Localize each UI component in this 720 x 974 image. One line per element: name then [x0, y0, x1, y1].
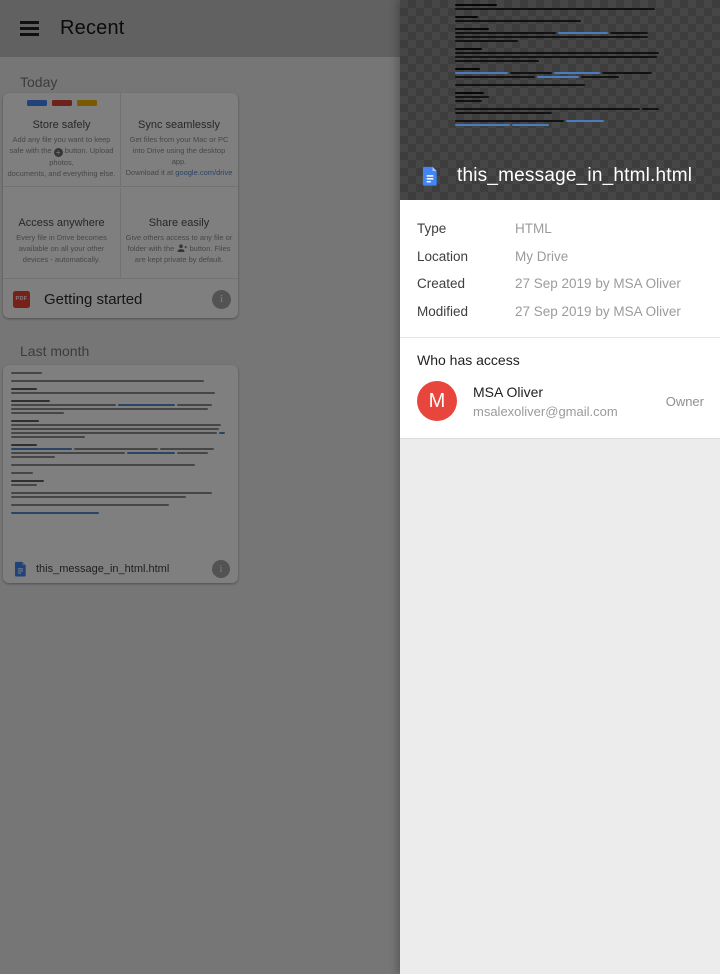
- document-preview-lines: [455, 4, 665, 128]
- field-label: Location: [417, 248, 469, 264]
- avatar: M: [417, 381, 457, 421]
- field-label: Modified: [417, 303, 469, 319]
- member-email: msalexoliver@gmail.com: [473, 403, 618, 419]
- field-value: HTML: [515, 221, 552, 237]
- recent-list-pane: Recent Today Store safely Add any file y…: [0, 0, 400, 974]
- field-row-type: Type HTML: [417, 215, 704, 243]
- member-role: Owner: [665, 393, 704, 409]
- field-row-modified: Modified 27 Sep 2019 by MSA Oliver: [417, 298, 704, 326]
- field-label: Type: [417, 221, 447, 237]
- file-metadata-card: Type HTML Location My Drive Created 27 S…: [400, 200, 720, 338]
- access-member-row[interactable]: M MSA Oliver msalexoliver@gmail.com Owne…: [417, 381, 704, 421]
- member-info: MSA Oliver msalexoliver@gmail.com: [473, 384, 618, 419]
- field-value: 27 Sep 2019 by MSA Oliver: [515, 276, 681, 292]
- who-has-access-card: Who has access M MSA Oliver msalexoliver…: [400, 338, 720, 439]
- file-details-panel: this_message_in_html.html Type HTML Loca…: [400, 0, 720, 974]
- field-row-location: Location My Drive: [417, 243, 704, 271]
- file-preview-header[interactable]: this_message_in_html.html: [400, 0, 720, 200]
- field-row-created: Created 27 Sep 2019 by MSA Oliver: [417, 270, 704, 298]
- detail-title-row: this_message_in_html.html: [420, 165, 692, 187]
- html-file-icon: [422, 166, 437, 186]
- drive-recent-screen: Recent Today Store safely Add any file y…: [0, 0, 720, 974]
- field-value: 27 Sep 2019 by MSA Oliver: [515, 303, 681, 319]
- member-name: MSA Oliver: [473, 383, 544, 400]
- field-label: Created: [417, 276, 466, 292]
- modal-scrim[interactable]: [0, 0, 400, 974]
- file-title: this_message_in_html.html: [457, 165, 693, 186]
- access-heading: Who has access: [417, 352, 520, 368]
- field-value[interactable]: My Drive: [515, 249, 568, 264]
